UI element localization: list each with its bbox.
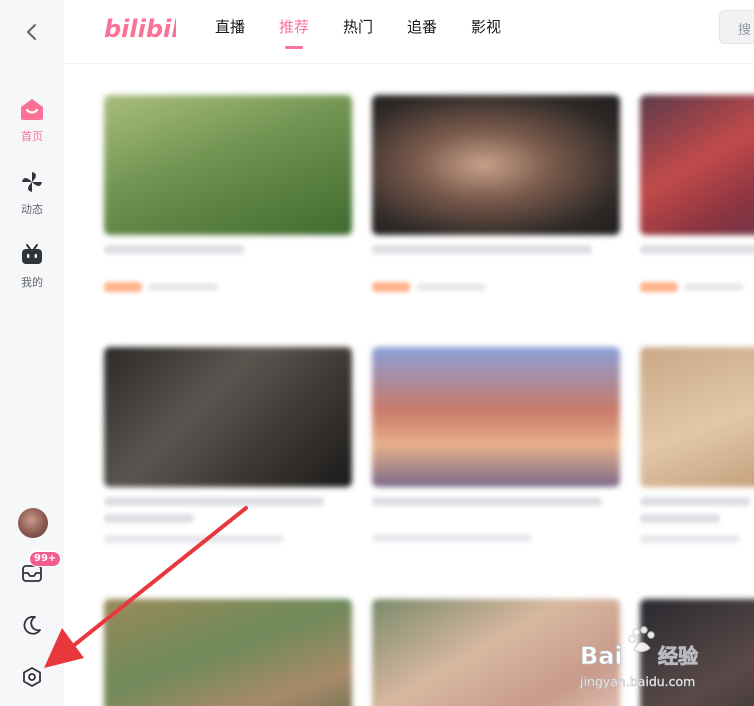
sidebar-item-label: 首页 xyxy=(21,130,43,143)
watermark-url: jingyan.baidu.com xyxy=(579,674,695,689)
sidebar-item-home[interactable]: 首页 xyxy=(0,96,64,156)
video-card[interactable] xyxy=(372,347,620,542)
chevron-left-icon xyxy=(27,24,36,40)
sidebar-item-mine[interactable]: 我的 xyxy=(0,242,64,302)
video-title-blur xyxy=(640,497,750,506)
video-title-blur xyxy=(640,245,754,254)
video-meta-blur xyxy=(684,283,744,291)
video-title-blur xyxy=(372,245,592,254)
video-card[interactable] xyxy=(640,347,754,543)
video-meta-blur xyxy=(416,283,486,291)
tab-recommend[interactable]: 推荐 xyxy=(279,16,309,37)
video-card[interactable] xyxy=(372,95,620,292)
video-thumbnail xyxy=(104,347,352,487)
watermark-brand: Bai xyxy=(580,642,623,670)
settings-button[interactable] xyxy=(16,661,48,693)
video-thumbnail xyxy=(104,599,352,706)
back-button[interactable] xyxy=(16,18,48,46)
video-title-blur xyxy=(640,514,720,523)
video-meta-blur xyxy=(372,534,532,542)
pinwheel-icon xyxy=(19,169,45,195)
tab-live[interactable]: 直播 xyxy=(215,16,245,37)
settings-icon xyxy=(23,667,41,687)
video-tag xyxy=(372,282,410,292)
video-meta-blur xyxy=(148,283,218,291)
tab-movies[interactable]: 影视 xyxy=(471,16,501,37)
video-title-blur xyxy=(104,514,194,523)
video-title-blur xyxy=(104,497,324,506)
video-title-blur xyxy=(372,497,602,506)
logo-text: bilibili xyxy=(104,15,176,43)
sidebar-item-dynamic[interactable]: 动态 xyxy=(0,169,64,229)
baidu-jingyan-watermark: Bai 经验 jingyan.baidu.com xyxy=(579,626,698,689)
top-header: bilibili 直播 推荐 热门 追番 影视 搜 xyxy=(64,0,754,64)
bilibili-tv-icon xyxy=(19,242,45,268)
message-badge: 99+ xyxy=(29,551,62,567)
video-feed xyxy=(64,65,754,706)
sidebar-item-label: 动态 xyxy=(21,203,43,216)
video-card[interactable] xyxy=(104,347,352,543)
tab-anime[interactable]: 追番 xyxy=(407,16,437,37)
video-card[interactable] xyxy=(104,599,352,706)
video-thumbnail xyxy=(640,95,754,235)
search-placeholder: 搜 xyxy=(738,23,752,38)
active-tab-indicator xyxy=(285,46,303,49)
video-meta-blur xyxy=(104,535,284,543)
message-button[interactable]: 99+ xyxy=(16,551,62,589)
moon-icon xyxy=(23,615,41,635)
app-window: 首页 动态 我的 99+ bilibi 直播 推荐 热门 追番 影视 搜 Bai… xyxy=(0,0,754,706)
sidebar-item-label: 我的 xyxy=(21,276,43,289)
video-title-blur xyxy=(104,245,244,254)
sidebar: 首页 动态 我的 99+ xyxy=(0,0,64,706)
video-meta-blur xyxy=(640,535,740,543)
tab-hot[interactable]: 热门 xyxy=(343,16,373,37)
watermark-suffix: 经验 xyxy=(658,644,698,668)
video-tag xyxy=(640,282,678,292)
search-input[interactable]: 搜 xyxy=(719,10,754,44)
avatar[interactable] xyxy=(18,508,48,538)
video-thumbnail xyxy=(640,347,754,487)
theme-toggle-button[interactable] xyxy=(16,609,48,641)
video-card[interactable] xyxy=(104,95,352,292)
home-tv-icon xyxy=(19,96,45,122)
video-thumbnail xyxy=(372,347,620,487)
video-thumbnail xyxy=(372,95,620,235)
video-card[interactable] xyxy=(640,95,754,292)
bilibili-logo[interactable]: bilibili xyxy=(104,9,176,45)
video-tag xyxy=(104,282,142,292)
video-thumbnail xyxy=(104,95,352,235)
